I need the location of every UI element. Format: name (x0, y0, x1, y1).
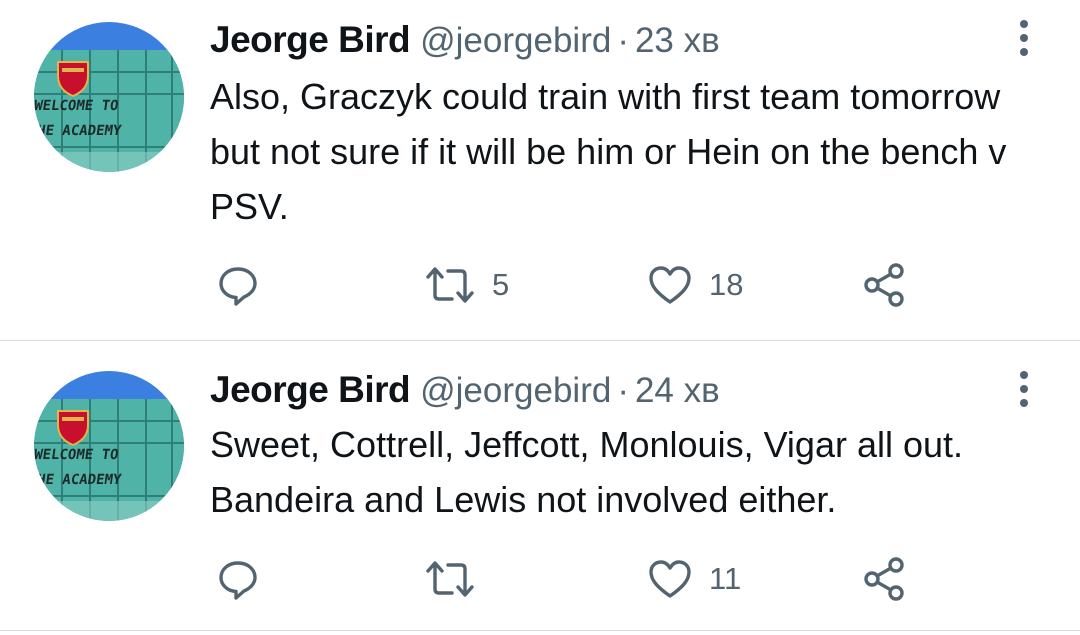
user-handle[interactable]: @jeorgebird (420, 21, 611, 60)
tweet-text: Sweet, Cottrell, Jeffcott, Monlouis, Vig… (210, 424, 964, 520)
more-options-icon[interactable] (1014, 18, 1034, 58)
separator-dot: · (617, 371, 629, 410)
display-name[interactable]: Jeorge Bird (210, 369, 411, 410)
share-icon (864, 557, 904, 601)
avatar-image: WELCOME TO THE ACADEMY (34, 371, 184, 521)
share-button[interactable] (862, 554, 908, 604)
avatar[interactable]: WELCOME TO THE ACADEMY (34, 371, 184, 521)
user-handle[interactable]: @jeorgebird (420, 371, 611, 410)
avatar-caption-line1: WELCOME TO (34, 447, 119, 463)
retweet-icon (426, 561, 474, 597)
tweet-actions: 5 18 (0, 260, 1080, 310)
display-name[interactable]: Jeorge Bird (210, 19, 411, 60)
tweet-actions: 11 (0, 554, 1080, 604)
like-button[interactable]: 11 (647, 554, 741, 604)
reply-button[interactable] (216, 554, 260, 604)
retweet-icon (426, 267, 474, 303)
reply-button[interactable] (216, 260, 260, 310)
timestamp[interactable]: 24 хв (635, 371, 720, 410)
like-count: 18 (709, 267, 744, 302)
like-button[interactable]: 18 (647, 260, 743, 310)
like-count: 11 (709, 561, 742, 596)
avatar-caption-line2: THE ACADEMY (34, 472, 123, 488)
tweet[interactable]: WELCOME TO THE ACADEMY Jeorge Bird @jeorg… (0, 0, 1080, 340)
retweet-button[interactable] (424, 554, 492, 604)
reply-icon (219, 267, 257, 306)
avatar-caption-line1: WELCOME TO (34, 98, 119, 114)
heart-icon (649, 560, 691, 598)
avatar-image: WELCOME TO THE ACADEMY (34, 22, 184, 172)
share-icon (864, 263, 904, 307)
avatar-caption-line2: THE ACADEMY (34, 123, 123, 139)
share-button[interactable] (862, 260, 908, 310)
separator-dot: · (617, 21, 629, 60)
reply-icon (219, 561, 257, 600)
retweet-count: 5 (492, 267, 510, 302)
tweet-header: Jeorge Bird @jeorgebird · 24 хв (210, 368, 720, 412)
retweet-button[interactable]: 5 (424, 260, 509, 310)
more-options-icon[interactable] (1014, 369, 1034, 409)
tweet-divider (0, 630, 1080, 631)
tweet-text: Also, Graczyk could train with first tea… (210, 76, 1007, 227)
tweet-header: Jeorge Bird @jeorgebird · 23 хв (210, 18, 720, 62)
timestamp[interactable]: 23 хв (635, 21, 720, 60)
tweet[interactable]: WELCOME TO THE ACADEMY Jeorge Bird @jeorg… (0, 341, 1080, 635)
heart-icon (649, 266, 691, 304)
avatar[interactable]: WELCOME TO THE ACADEMY (34, 22, 184, 172)
